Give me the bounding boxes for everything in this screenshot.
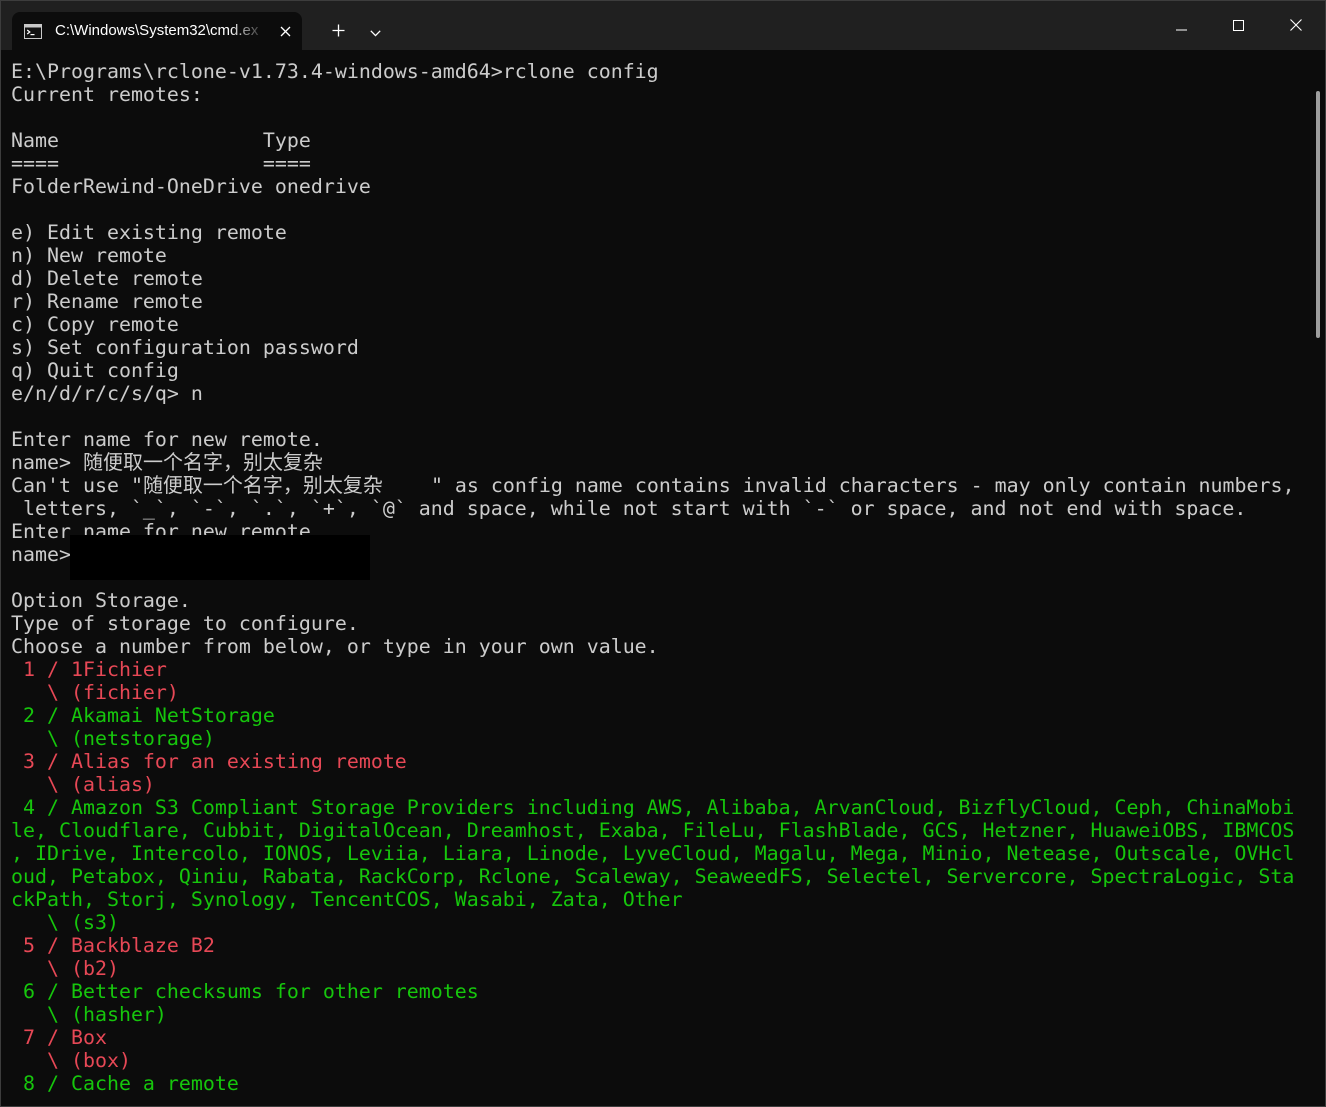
plus-icon — [332, 22, 345, 41]
menu-item-copy: c) Copy remote — [11, 313, 179, 336]
tab-title: C:\Windows\System32\cmd.ex — [55, 22, 259, 39]
storage-option-2: 2 / Akamai NetStorage — [11, 704, 275, 727]
entered-name: 随便取一个名字，别太复杂 — [82, 451, 323, 474]
remotes-table-row: FolderRewind-OneDrive onedrive — [11, 175, 371, 198]
retry-name-prompt: name> — [11, 543, 71, 566]
remotes-table-rule: ==== ==== — [11, 152, 311, 175]
remotes-table-header: Name Type — [11, 129, 311, 152]
maximize-button[interactable] — [1215, 0, 1261, 50]
storage-option-8: 8 / Cache a remote — [11, 1072, 239, 1095]
storage-option-3: 3 / Alias for an existing remote — [11, 750, 407, 773]
minimize-icon — [1175, 16, 1187, 35]
minimize-button[interactable] — [1158, 0, 1204, 50]
storage-option-1: 1 / 1Fichier — [11, 658, 167, 681]
close-window-button[interactable] — [1273, 0, 1319, 50]
tab-cmd[interactable]: C:\Windows\System32\cmd.ex — [12, 12, 302, 50]
error-message-continued: letters, `_`, `-`, `.`, `+`, `@` and spa… — [11, 497, 1247, 520]
scrollbar-thumb[interactable] — [1316, 91, 1320, 338]
storage-heading: Option Storage. — [11, 589, 191, 612]
storage-description: Type of storage to configure. — [11, 612, 359, 635]
redaction-box — [70, 535, 370, 580]
menu-item-quit: q) Quit config — [11, 359, 179, 382]
storage-option-7-backend: \ (box) — [11, 1049, 131, 1072]
cmd-icon — [24, 24, 42, 39]
storage-option-5: 5 / Backblaze B2 — [11, 934, 215, 957]
title-bar[interactable]: C:\Windows\System32\cmd.ex — [0, 0, 1326, 50]
new-tab-button[interactable] — [318, 12, 358, 50]
storage-option-1-backend: \ (fichier) — [11, 681, 179, 704]
close-icon — [1290, 16, 1302, 35]
menu-item-rename: r) Rename remote — [11, 290, 203, 313]
storage-option-6: 6 / Better checksums for other remotes — [11, 980, 479, 1003]
close-tab-button[interactable] — [270, 16, 300, 46]
terminal-window: C:\Windows\System32\cmd.ex E:\Programs\r… — [0, 0, 1326, 1107]
menu-item-delete: d) Delete remote — [11, 267, 203, 290]
storage-option-4: 4 / Amazon S3 Compliant Storage Provider… — [11, 796, 1295, 819]
terminal-output[interactable]: E:\Programs\rclone-v1.73.4-windows-amd64… — [11, 60, 1311, 1107]
storage-option-4-continued: , IDrive, Intercolo, IONOS, Leviia, Liar… — [11, 842, 1295, 865]
menu-item-new: n) New remote — [11, 244, 167, 267]
error-message: Can't use "随便取一个名字，别太复杂 " as config name … — [11, 474, 1311, 497]
command-line: E:\Programs\rclone-v1.73.4-windows-amd64… — [11, 60, 659, 83]
remotes-heading: Current remotes: — [11, 83, 203, 106]
storage-option-5-backend: \ (b2) — [11, 957, 119, 980]
storage-option-7: 7 / Box — [11, 1026, 107, 1049]
maximize-icon — [1232, 16, 1244, 35]
menu-item-edit: e) Edit existing remote — [11, 221, 287, 244]
name-prompt: name> — [11, 451, 71, 474]
storage-instruction: Choose a number from below, or type in y… — [11, 635, 659, 658]
menu-item-set-password: s) Set configuration password — [11, 336, 359, 359]
close-icon — [280, 22, 291, 41]
tab-dropdown-button[interactable] — [358, 12, 392, 50]
chevron-down-icon — [369, 22, 381, 41]
storage-option-4-backend: \ (s3) — [11, 911, 119, 934]
error-invalid-name: 随便取一个名字，别太复杂 — [142, 474, 383, 497]
name-instruction: Enter name for new remote. — [11, 428, 323, 451]
name-input-line: name> 随便取一个名字，别太复杂 — [11, 451, 1311, 474]
storage-option-4-continued: oud, Petabox, Qiniu, Rabata, RackCorp, R… — [11, 865, 1295, 888]
storage-option-2-backend: \ (netstorage) — [11, 727, 215, 750]
storage-option-6-backend: \ (hasher) — [11, 1003, 167, 1026]
storage-option-4-continued: le, Cloudflare, Cubbit, DigitalOcean, Dr… — [11, 819, 1295, 842]
menu-prompt: e/n/d/r/c/s/q> n — [11, 382, 203, 405]
storage-option-3-backend: \ (alias) — [11, 773, 155, 796]
error-suffix: " as config name contains invalid charac… — [430, 474, 1295, 497]
storage-option-4-continued: ckPath, Storj, Synology, TencentCOS, Was… — [11, 888, 683, 911]
error-prefix: Can't use " — [11, 474, 143, 497]
